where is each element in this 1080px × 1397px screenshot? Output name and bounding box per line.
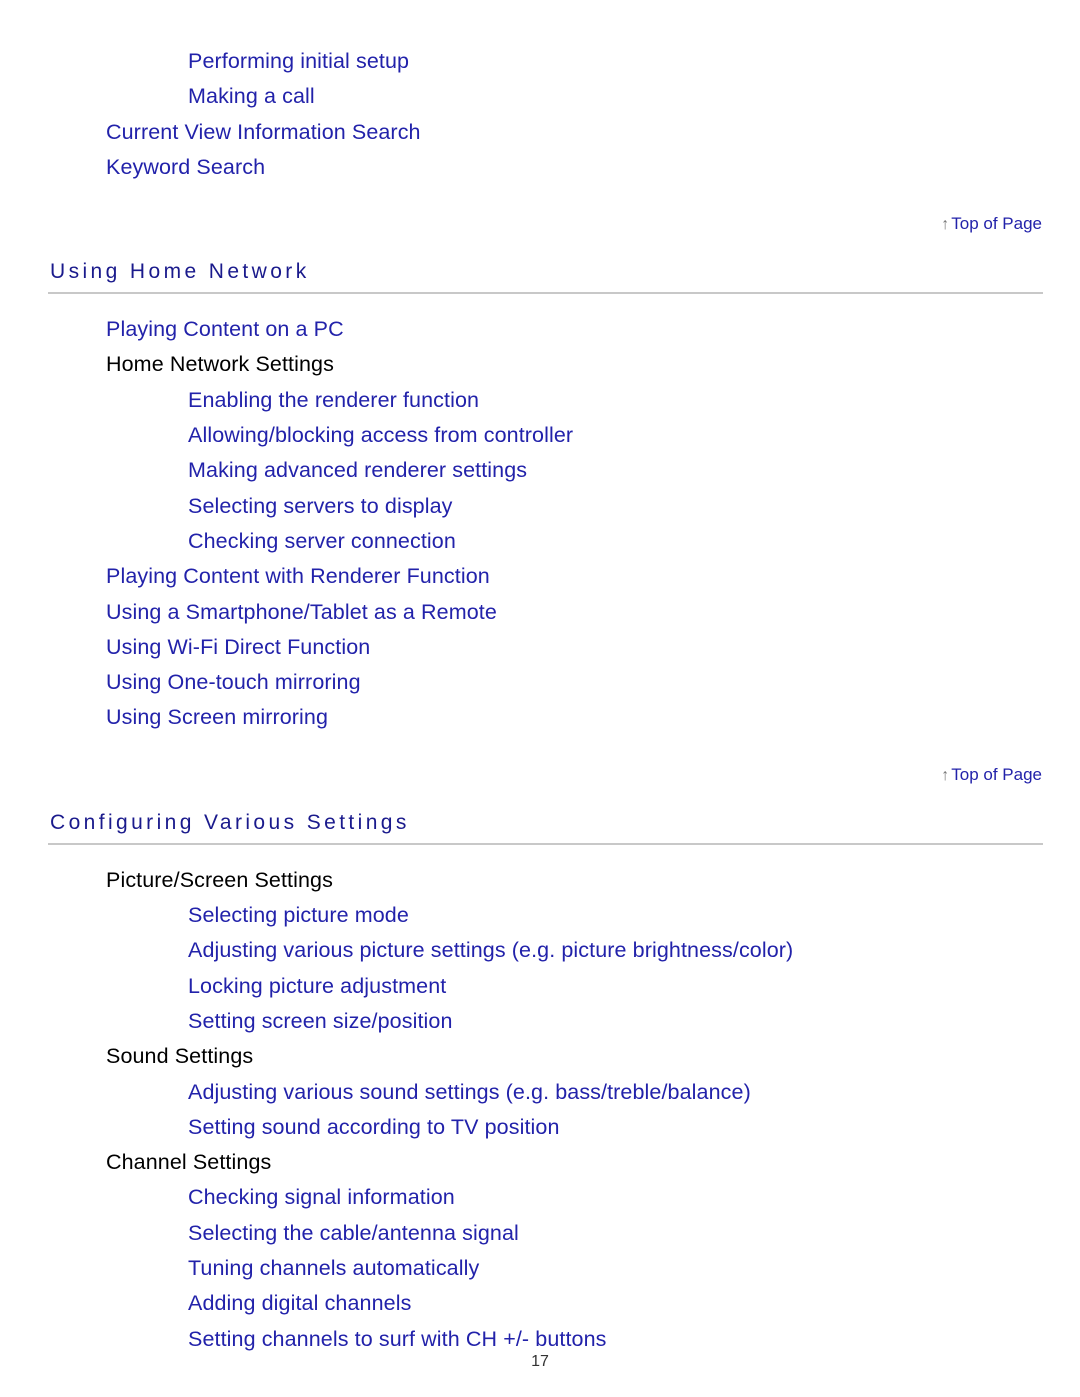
toc-link[interactable]: Setting sound according to TV position (0, 1110, 1080, 1145)
toc-link[interactable]: Setting screen size/position (0, 1004, 1080, 1039)
toc-link[interactable]: Selecting servers to display (0, 489, 1080, 524)
toc-link[interactable]: Allowing/blocking access from controller (0, 418, 1080, 453)
toc-link[interactable]: Keyword Search (0, 150, 1080, 185)
document-page: Performing initial setup Making a call Cur… (0, 0, 1080, 1397)
toc-link[interactable]: Adding digital channels (0, 1286, 1080, 1321)
toc-link[interactable]: Locking picture adjustment (0, 969, 1080, 1004)
top-of-page-link-1[interactable]: ↑ Top of Page (0, 213, 1080, 236)
toc-link[interactable]: Adjusting various picture settings (e.g.… (0, 933, 1080, 968)
toc-link[interactable]: Playing Content with Renderer Function (0, 559, 1080, 594)
toc-link[interactable]: Setting channels to surf with CH +/- but… (0, 1322, 1080, 1357)
toc-label: Channel Settings (106, 1150, 272, 1175)
toc-link[interactable]: Adjusting various sound settings (e.g. b… (0, 1075, 1080, 1110)
toc-link[interactable]: Checking signal information (0, 1180, 1080, 1215)
toc-link[interactable]: Current View Information Search (0, 115, 1080, 150)
toc-label: Picture/Screen Settings (106, 867, 333, 892)
toc-link[interactable]: Selecting picture mode (0, 898, 1080, 933)
toc-link[interactable]: Selecting the cable/antenna signal (0, 1216, 1080, 1251)
top-of-page-link-2[interactable]: ↑ Top of Page (0, 764, 1080, 787)
section-heading-using-home-network: Using Home Network (50, 260, 310, 284)
top-of-page-label: Top of Page (951, 214, 1042, 234)
top-of-page-label: Top of Page (951, 764, 1042, 784)
toc-link[interactable]: Using a Smartphone/Tablet as a Remote (0, 595, 1080, 630)
toc-link[interactable]: Tuning channels automatically (0, 1251, 1080, 1286)
section-heading-configuring-various-settings: Configuring Various Settings (50, 810, 410, 834)
page-number: 17 (531, 1353, 549, 1370)
toc-link[interactable]: Using Wi-Fi Direct Function (0, 630, 1080, 665)
toc-link[interactable]: Using One-touch mirroring (0, 665, 1080, 700)
toc-label: Home Network Settings (106, 352, 334, 377)
toc-link[interactable]: Performing initial setup (0, 44, 1080, 79)
toc-link[interactable]: Making a call (0, 79, 1080, 114)
toc-link[interactable]: Checking server connection (0, 524, 1080, 559)
toc-link[interactable]: Enabling the renderer function (0, 383, 1080, 418)
up-arrow-icon: ↑ (941, 766, 950, 784)
toc-list-using-home-network: Playing Content on a PC Home Network Sett… (0, 312, 1080, 736)
toc-list-configuring-various-settings: Picture/Screen Settings Selecting picture… (0, 863, 1080, 1357)
up-arrow-icon: ↑ (941, 216, 950, 234)
toc-link[interactable]: Playing Content on a PC (0, 312, 1080, 347)
toc-list-continued: Performing initial setup Making a call Cur… (0, 44, 1080, 185)
toc-link[interactable]: Making advanced renderer settings (0, 453, 1080, 488)
toc-label: Sound Settings (106, 1044, 254, 1069)
toc-link[interactable]: Using Screen mirroring (0, 700, 1080, 735)
